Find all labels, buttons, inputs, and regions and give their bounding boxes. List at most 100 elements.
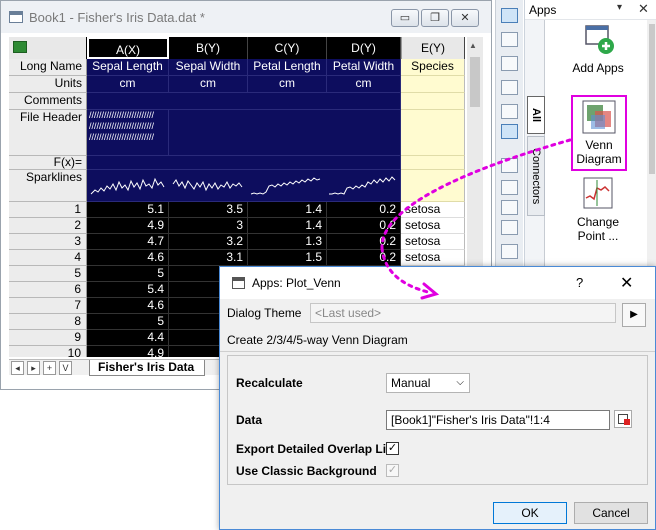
long-name-d[interactable]: Petal Width <box>327 59 401 76</box>
sparklines-e[interactable] <box>401 170 465 202</box>
table-cell-b[interactable]: 3 <box>169 218 248 234</box>
file-header-e[interactable] <box>401 110 465 156</box>
data-range-select-button[interactable] <box>614 410 632 428</box>
classic-background-checkbox[interactable]: ✓ <box>386 464 399 477</box>
long-name-a[interactable]: Sepal Length <box>87 59 169 76</box>
export-overlap-checkbox[interactable]: ✓ <box>386 442 399 455</box>
tab-connectors[interactable]: Connectors <box>527 136 545 216</box>
cancel-button[interactable]: Cancel <box>574 502 648 524</box>
row-header-1[interactable]: 1 <box>9 202 87 218</box>
toolbar-layout-icon[interactable] <box>501 200 518 215</box>
scroll-up-arrow[interactable]: ▲ <box>469 41 477 50</box>
row-header-2[interactable]: 2 <box>9 218 87 234</box>
toolbar-window-icon[interactable] <box>501 220 518 235</box>
units-c[interactable]: cm <box>248 76 327 93</box>
recalculate-select[interactable]: Manual ⌵ <box>386 373 470 393</box>
toolbar-list-icon[interactable] <box>501 8 518 23</box>
apps-vertical-scrollbar[interactable] <box>647 20 656 270</box>
file-header-rest[interactable] <box>169 110 401 156</box>
workbook-title-bar[interactable]: Book1 - Fisher's Iris Data.dat * ▭ ❐ ✕ <box>1 1 491 33</box>
row-header-8[interactable]: 8 <box>9 314 87 330</box>
units-b[interactable]: cm <box>169 76 248 93</box>
fx-row[interactable] <box>87 156 401 170</box>
comments-e[interactable] <box>401 93 465 110</box>
table-cell-e[interactable]: setosa <box>401 234 465 250</box>
add-sheet-button[interactable]: + <box>43 361 56 375</box>
data-input[interactable]: [Book1]"Fisher's Iris Data"!1:4 <box>386 410 610 430</box>
units-a[interactable]: cm <box>87 76 169 93</box>
toolbar-bar-icon[interactable] <box>501 244 518 259</box>
units-d[interactable]: cm <box>327 76 401 93</box>
table-cell-d[interactable]: 0.2 <box>327 250 401 266</box>
restore-button[interactable]: ❐ <box>421 9 449 27</box>
minimize-button[interactable]: ▭ <box>391 9 419 27</box>
scroll-thumb[interactable] <box>470 57 480 107</box>
toolbar-table-icon[interactable] <box>501 180 518 195</box>
row-header-3[interactable]: 3 <box>9 234 87 250</box>
row-header-file-header[interactable]: File Header <box>9 110 87 156</box>
pin-icon[interactable]: ▾ <box>617 2 622 13</box>
sheet-next-button[interactable]: ▸ <box>27 361 40 375</box>
table-cell-a[interactable]: 4.7 <box>87 234 169 250</box>
toolbar-runner-icon[interactable] <box>501 124 518 139</box>
table-cell-a[interactable]: 5.1 <box>87 202 169 218</box>
row-header-10[interactable]: 10 <box>9 346 87 357</box>
column-header-d[interactable]: D(Y) <box>327 37 401 59</box>
comments-row[interactable] <box>87 93 401 110</box>
units-e[interactable] <box>401 76 465 93</box>
toolbar-grid-icon[interactable] <box>501 158 518 173</box>
table-cell-e[interactable]: setosa <box>401 202 465 218</box>
sheet-prev-button[interactable]: ◂ <box>11 361 24 375</box>
row-header-5[interactable]: 5 <box>9 266 87 282</box>
row-header-9[interactable]: 9 <box>9 330 87 346</box>
toolbar-refresh-icon[interactable] <box>501 104 518 119</box>
table-cell-e[interactable]: setosa <box>401 250 465 266</box>
row-header-units[interactable]: Units <box>9 76 87 93</box>
toolbar-chart-icon[interactable] <box>501 80 518 95</box>
table-cell-b[interactable]: 3.2 <box>169 234 248 250</box>
table-cell-d[interactable]: 0.2 <box>327 202 401 218</box>
row-header-4[interactable]: 4 <box>9 250 87 266</box>
app-change-point[interactable]: Change Point ... <box>551 176 645 243</box>
column-header-b[interactable]: B(Y) <box>169 37 248 59</box>
table-cell-a[interactable]: 5 <box>87 314 169 330</box>
table-cell-c[interactable]: 1.4 <box>248 218 327 234</box>
app-add-apps[interactable]: Add Apps <box>551 22 645 76</box>
dialog-theme-field[interactable]: <Last used> <box>310 303 616 323</box>
table-cell-a[interactable]: 4.4 <box>87 330 169 346</box>
fx-e[interactable] <box>401 156 465 170</box>
app-venn-diagram[interactable]: Venn Diagram <box>571 95 627 171</box>
row-header-fx[interactable]: F(x)= <box>9 156 87 170</box>
row-header-long-name[interactable]: Long Name <box>9 59 87 76</box>
table-cell-a[interactable]: 4.9 <box>87 346 169 357</box>
sparklines-row[interactable] <box>87 170 401 202</box>
close-button[interactable]: ✕ <box>451 9 479 27</box>
table-cell-e[interactable]: setosa <box>401 218 465 234</box>
table-cell-c[interactable]: 1.5 <box>248 250 327 266</box>
long-name-b[interactable]: Sepal Width <box>169 59 248 76</box>
toolbar-line-icon[interactable] <box>501 56 518 71</box>
row-header-sparklines[interactable]: Sparklines <box>9 170 87 202</box>
table-cell-d[interactable]: 0.2 <box>327 218 401 234</box>
sheet-list-button[interactable]: V <box>59 361 72 375</box>
table-cell-d[interactable]: 0.2 <box>327 234 401 250</box>
table-cell-a[interactable]: 4.6 <box>87 250 169 266</box>
table-cell-b[interactable]: 3.5 <box>169 202 248 218</box>
apps-close-icon[interactable]: ✕ <box>638 1 649 17</box>
column-header-a[interactable]: A(X) <box>86 37 170 60</box>
row-header-7[interactable]: 7 <box>9 298 87 314</box>
ok-button[interactable]: OK <box>493 502 567 524</box>
tab-all[interactable]: All <box>527 96 545 134</box>
column-header-e[interactable]: E(Y) <box>401 37 465 59</box>
dialog-close-button[interactable]: ✕ <box>620 273 633 293</box>
grid-corner[interactable] <box>9 37 87 59</box>
table-cell-a[interactable]: 4.6 <box>87 298 169 314</box>
help-button[interactable]: ? <box>576 275 583 290</box>
table-cell-c[interactable]: 1.3 <box>248 234 327 250</box>
long-name-e[interactable]: Species <box>401 59 465 76</box>
table-cell-b[interactable]: 3.1 <box>169 250 248 266</box>
file-header-a[interactable]: ////////////////////////// /////////////… <box>87 110 169 156</box>
row-header-comments[interactable]: Comments <box>9 93 87 110</box>
toolbar-axis-icon[interactable] <box>501 32 518 47</box>
sheet-tab-fishers-iris-data[interactable]: Fisher's Iris Data <box>89 360 206 376</box>
